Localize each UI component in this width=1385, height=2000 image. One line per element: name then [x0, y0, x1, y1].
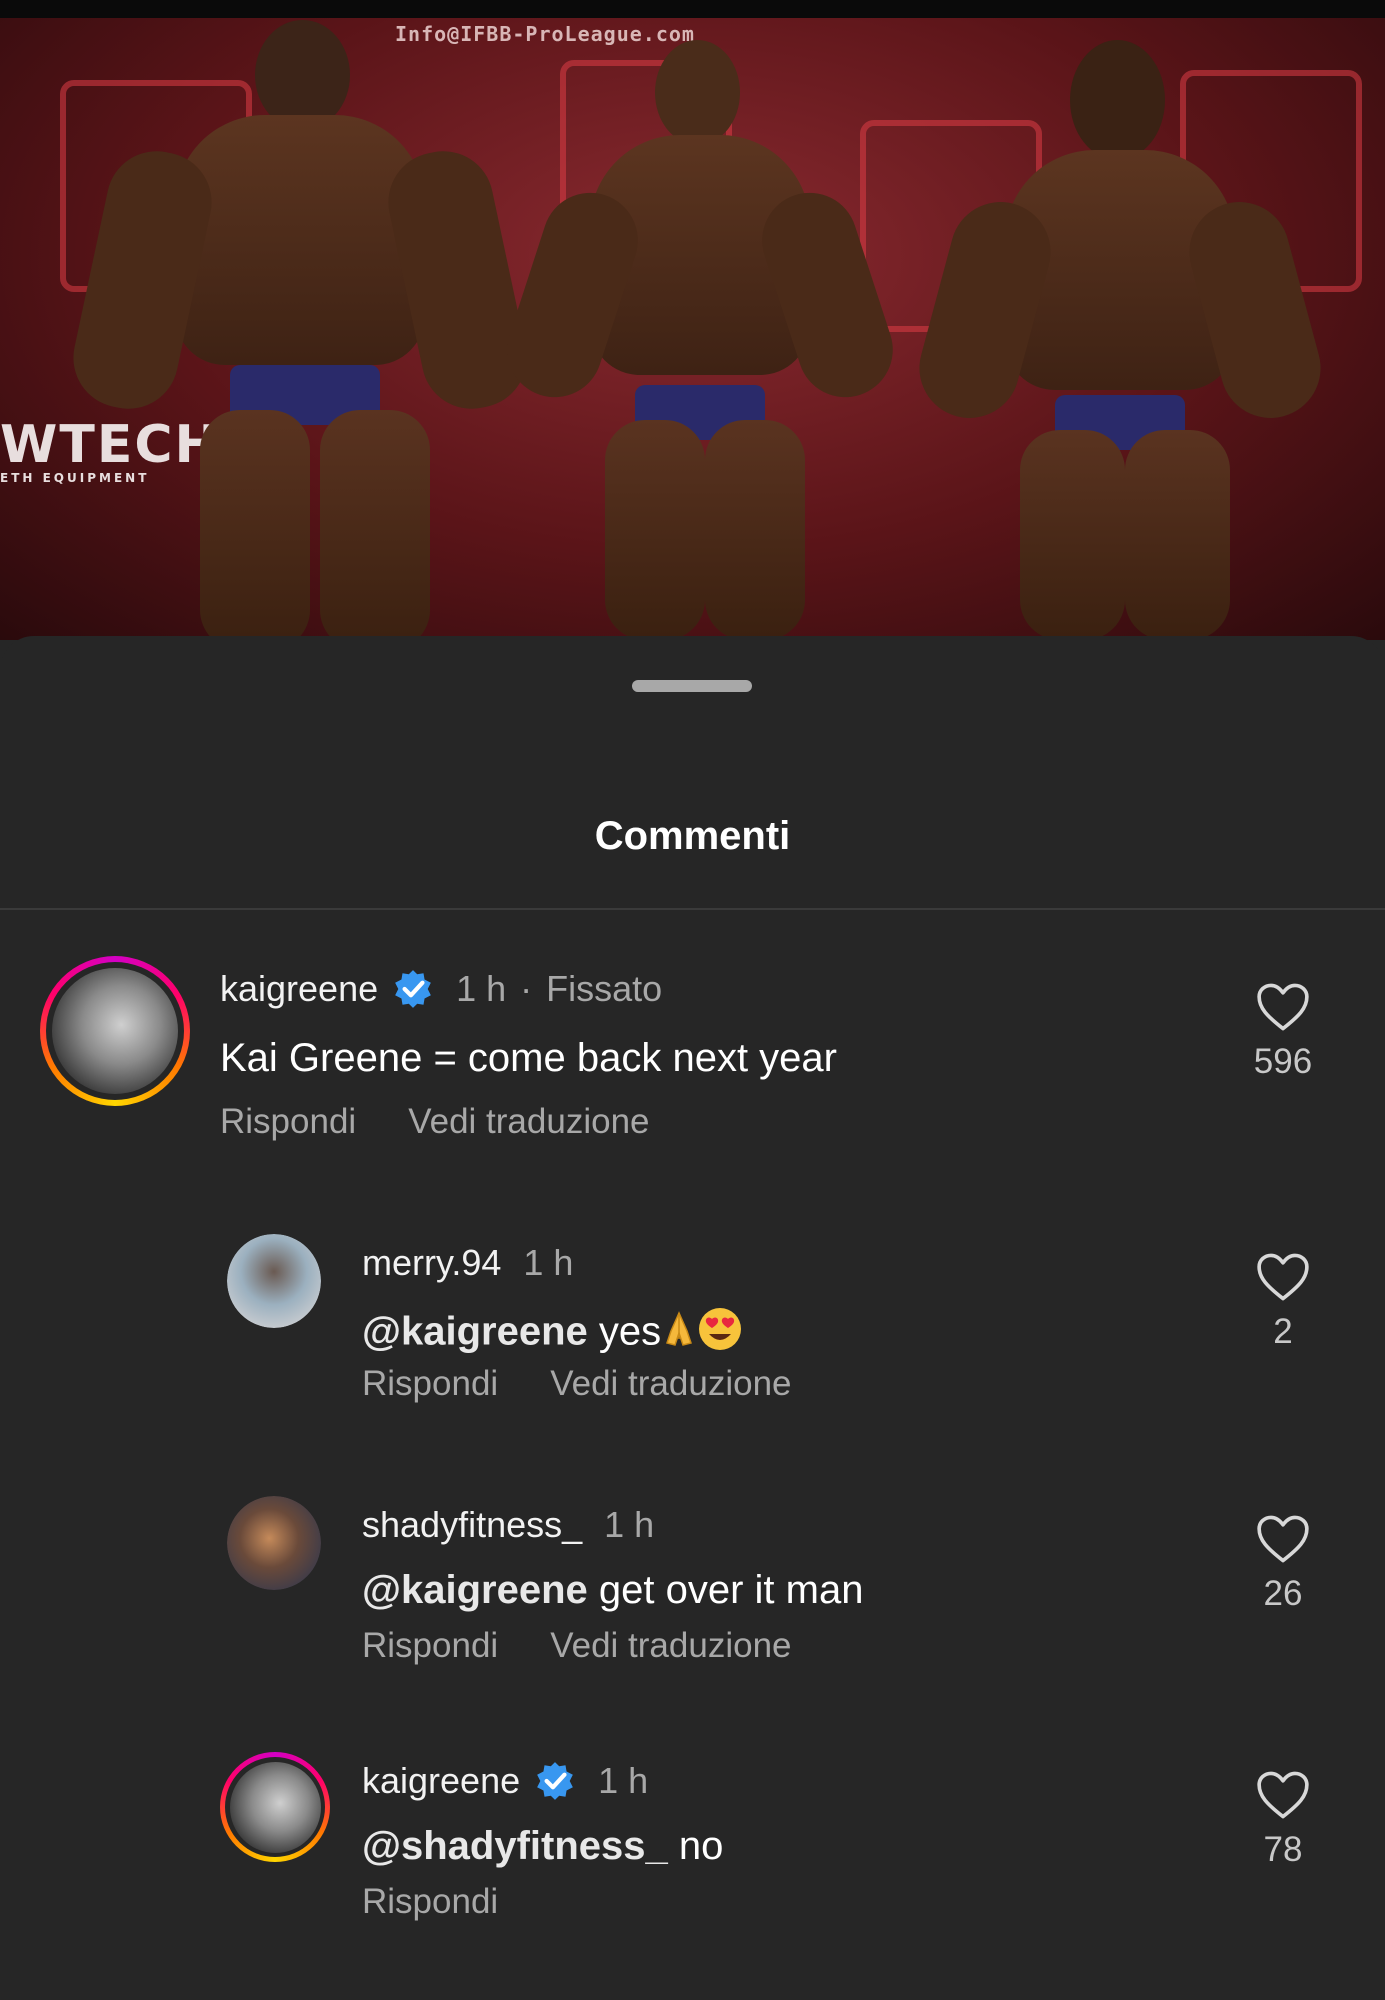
comment-username[interactable]: kaigreene: [220, 968, 378, 1010]
folded-hands-emoji-icon: [661, 1309, 697, 1359]
comment-text: @shadyfitness_ no: [362, 1824, 724, 1868]
pinned-label: Fissato: [546, 968, 663, 1009]
mention-link[interactable]: @kaigreene: [362, 1310, 588, 1354]
comment-time: 1 h: [598, 1760, 649, 1801]
like-count: 78: [1263, 1830, 1303, 1869]
heart-icon[interactable]: [1255, 1514, 1311, 1564]
comment-username[interactable]: shadyfitness_: [362, 1504, 582, 1546]
like-control: 2: [1223, 1252, 1343, 1352]
sheet-title: Commenti: [594, 814, 791, 858]
like-control: 596: [1223, 982, 1343, 1082]
athlete-right: [908, 40, 1332, 640]
heart-icon[interactable]: [1255, 1770, 1311, 1820]
comment-text: @kaigreene get over it man: [362, 1568, 864, 1612]
heart-eyes-emoji-icon: [697, 1306, 743, 1362]
comment-time: 1 h: [523, 1242, 574, 1283]
like-count: 596: [1253, 1042, 1313, 1081]
comment-text: Kai Greene = come back next year: [220, 1036, 837, 1080]
athlete-left: [64, 20, 536, 640]
mention-link[interactable]: @shadyfitness_: [362, 1824, 668, 1868]
see-translation-button[interactable]: Vedi traduzione: [550, 1364, 791, 1403]
see-translation-button[interactable]: Vedi traduzione: [408, 1102, 649, 1141]
drag-handle[interactable]: [632, 680, 752, 692]
comment-username[interactable]: kaigreene: [362, 1760, 520, 1802]
like-count: 26: [1263, 1574, 1303, 1613]
like-count: 2: [1273, 1312, 1293, 1351]
comments-sheet: Commenti kaigreene 1 h · Fissato Kai Gre…: [0, 636, 1385, 2000]
reply-button[interactable]: Rispondi: [362, 1882, 498, 1921]
heart-icon[interactable]: [1255, 1252, 1311, 1302]
divider: [0, 908, 1385, 910]
mention-link[interactable]: @kaigreene: [362, 1568, 588, 1612]
status-strip: [0, 0, 1385, 18]
avatar[interactable]: [220, 1752, 330, 1862]
comment-time: 1 h: [456, 968, 507, 1009]
avatar[interactable]: [227, 1234, 321, 1328]
avatar[interactable]: [227, 1496, 321, 1590]
reply-button[interactable]: Rispondi: [220, 1102, 356, 1141]
verified-badge-icon: [537, 1762, 573, 1800]
post-photo: Info@IFBB-ProLeague.com WTECH ETH EQUIPME…: [0, 0, 1385, 640]
like-control: 78: [1223, 1770, 1343, 1870]
comment-username[interactable]: merry.94: [362, 1242, 501, 1284]
reply-button[interactable]: Rispondi: [362, 1364, 498, 1403]
comment-text: @kaigreene yes: [362, 1306, 743, 1362]
athlete-center: [494, 40, 906, 640]
reply-button[interactable]: Rispondi: [362, 1626, 498, 1665]
like-control: 26: [1223, 1514, 1343, 1614]
avatar[interactable]: [40, 956, 190, 1106]
separator-dot: ·: [520, 968, 533, 1009]
comment-time: 1 h: [604, 1504, 655, 1545]
heart-icon[interactable]: [1255, 982, 1311, 1032]
verified-badge-icon: [395, 970, 431, 1008]
see-translation-button[interactable]: Vedi traduzione: [550, 1626, 791, 1665]
